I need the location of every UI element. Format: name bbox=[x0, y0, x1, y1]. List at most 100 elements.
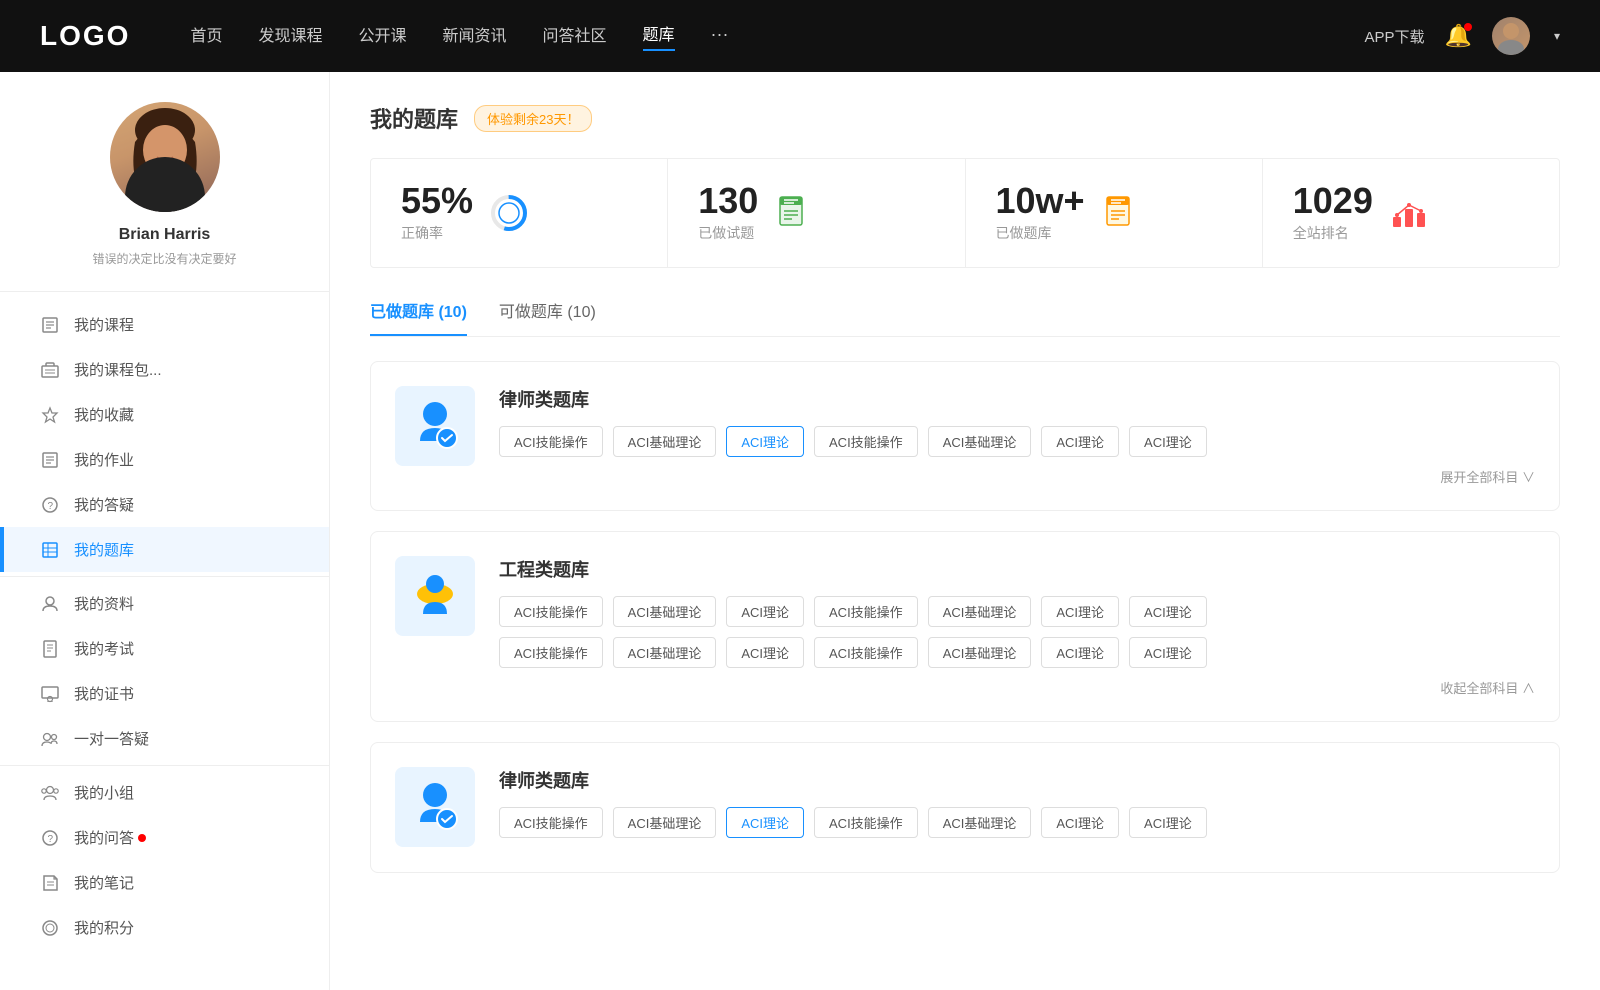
sidebar-motto: 错误的决定比没有决定要好 bbox=[92, 250, 236, 267]
sidebar-item-course-packages[interactable]: 我的课程包... bbox=[0, 347, 329, 392]
qbank-tag[interactable]: ACI理论 bbox=[1129, 426, 1207, 457]
notes-label: 我的笔记 bbox=[74, 872, 134, 893]
qbank-tag[interactable]: ACI理论 bbox=[1041, 426, 1119, 457]
nav-menu: 首页 发现课程 公开课 新闻资讯 问答社区 题库 ··· bbox=[190, 21, 1364, 51]
sidebar-item-notes[interactable]: 我的笔记 bbox=[0, 860, 329, 905]
layout: Brian Harris 错误的决定比没有决定要好 我的课程 bbox=[0, 72, 1600, 990]
nav-open-course[interactable]: 公开课 bbox=[358, 22, 406, 50]
sidebar-item-courses[interactable]: 我的课程 bbox=[0, 302, 329, 347]
qbank-tag[interactable]: ACI基础理论 bbox=[928, 426, 1032, 457]
exam-icon bbox=[40, 639, 60, 659]
qbank-tag[interactable]: ACI技能操作 bbox=[814, 596, 918, 627]
qbank-tag[interactable]: ACI技能操作 bbox=[814, 637, 918, 668]
qbank-tags-engineer-row2: ACI技能操作 ACI基础理论 ACI理论 ACI技能操作 ACI基础理论 AC… bbox=[499, 637, 1535, 668]
courses-icon bbox=[40, 315, 60, 335]
qbank-tag[interactable]: ACI理论 bbox=[1041, 637, 1119, 668]
qbank-tags-lawyer2: ACI技能操作 ACI基础理论 ACI理论 ACI技能操作 ACI基础理论 AC… bbox=[499, 807, 1535, 838]
nav-news[interactable]: 新闻资讯 bbox=[443, 22, 507, 50]
collapse-engineer-button[interactable]: 收起全部科目 ∧ bbox=[499, 678, 1535, 697]
qbank-tag[interactable]: ACI理论 bbox=[1129, 596, 1207, 627]
avatar[interactable] bbox=[1492, 17, 1530, 55]
main-content: 我的题库 体验剩余23天！ 55% 正确率 bbox=[330, 72, 1600, 990]
one-on-one-label: 一对一答疑 bbox=[74, 728, 149, 749]
qbank-tag[interactable]: ACI理论 bbox=[726, 596, 804, 627]
sidebar-item-questions[interactable]: ? 我的问答 bbox=[0, 815, 329, 860]
qbank-tag[interactable]: ACI理论 bbox=[1129, 807, 1207, 838]
points-label: 我的积分 bbox=[74, 917, 134, 938]
qbank-tag[interactable]: ACI基础理论 bbox=[928, 596, 1032, 627]
stat-done-questions-number: 130 bbox=[698, 183, 758, 219]
sidebar-menu: 我的课程 我的课程包... bbox=[0, 292, 329, 960]
stat-done-banks-number: 10w+ bbox=[996, 183, 1085, 219]
qbank-tag[interactable]: ACI基础理论 bbox=[928, 637, 1032, 668]
qbank-body-engineer: 工程类题库 ACI技能操作 ACI基础理论 ACI理论 ACI技能操作 ACI基… bbox=[499, 556, 1535, 697]
questions-label: 我的问答 bbox=[74, 827, 134, 848]
qbank-tag[interactable]: ACI基础理论 bbox=[613, 426, 717, 457]
sidebar-item-question-bank[interactable]: 我的题库 bbox=[0, 527, 329, 572]
qa-label: 我的答疑 bbox=[74, 494, 134, 515]
stat-accuracy-icon bbox=[489, 193, 529, 233]
qbank-tag[interactable]: ACI理论 bbox=[1041, 596, 1119, 627]
qbank-tag-active[interactable]: ACI理论 bbox=[726, 426, 804, 457]
certificate-icon bbox=[40, 684, 60, 704]
qbank-tag[interactable]: ACI技能操作 bbox=[814, 426, 918, 457]
sidebar-item-one-on-one[interactable]: 一对一答疑 bbox=[0, 716, 329, 761]
qbank-tag[interactable]: ACI技能操作 bbox=[814, 807, 918, 838]
qbank-tags-engineer-row1: ACI技能操作 ACI基础理论 ACI理论 ACI技能操作 ACI基础理论 AC… bbox=[499, 596, 1535, 627]
qbank-tag[interactable]: ACI技能操作 bbox=[499, 426, 603, 457]
sidebar-item-favorites[interactable]: 我的收藏 bbox=[0, 392, 329, 437]
stats-row: 55% 正确率 130 已做试题 bbox=[370, 158, 1560, 268]
svg-text:?: ? bbox=[48, 501, 54, 512]
qbank-tag[interactable]: ACI基础理论 bbox=[613, 596, 717, 627]
tab-available-banks[interactable]: 可做题库 (10) bbox=[499, 298, 596, 336]
qbank-tag[interactable]: ACI理论 bbox=[1041, 807, 1119, 838]
question-bank-label: 我的题库 bbox=[74, 539, 134, 560]
nav-more[interactable]: ··· bbox=[711, 24, 729, 49]
one-on-one-icon bbox=[40, 729, 60, 749]
qbank-tag[interactable]: ACI基础理论 bbox=[928, 807, 1032, 838]
qbank-tag[interactable]: ACI技能操作 bbox=[499, 637, 603, 668]
stat-ranking: 1029 全站排名 bbox=[1263, 159, 1559, 267]
app-download-button[interactable]: APP下载 bbox=[1365, 26, 1425, 47]
qbank-tag[interactable]: ACI技能操作 bbox=[499, 807, 603, 838]
qbank-tag[interactable]: ACI理论 bbox=[1129, 637, 1207, 668]
notification-bell[interactable]: 🔔 bbox=[1445, 23, 1472, 49]
qbank-tags-lawyer: ACI技能操作 ACI基础理论 ACI理论 ACI技能操作 ACI基础理论 AC… bbox=[499, 426, 1535, 457]
sidebar-item-homework[interactable]: 我的作业 bbox=[0, 437, 329, 482]
tabs: 已做题库 (10) 可做题库 (10) bbox=[370, 298, 1560, 337]
nav-discover[interactable]: 发现课程 bbox=[258, 22, 322, 50]
groups-label: 我的小组 bbox=[74, 782, 134, 803]
nav-qbank[interactable]: 题库 bbox=[643, 21, 675, 51]
sidebar-item-certificate[interactable]: 我的证书 bbox=[0, 671, 329, 716]
stat-done-banks-text: 10w+ 已做题库 bbox=[996, 183, 1085, 243]
qbank-tag[interactable]: ACI基础理论 bbox=[613, 807, 717, 838]
qbank-tag-active[interactable]: ACI理论 bbox=[726, 807, 804, 838]
profile-label: 我的资料 bbox=[74, 593, 134, 614]
qbank-tag[interactable]: ACI理论 bbox=[726, 637, 804, 668]
courses-label: 我的课程 bbox=[74, 314, 134, 335]
expand-lawyer-button[interactable]: 展开全部科目 ∨ bbox=[499, 467, 1535, 486]
stat-ranking-text: 1029 全站排名 bbox=[1293, 183, 1373, 243]
qbank-body-lawyer2: 律师类题库 ACI技能操作 ACI基础理论 ACI理论 ACI技能操作 ACI基… bbox=[499, 767, 1535, 848]
sidebar: Brian Harris 错误的决定比没有决定要好 我的课程 bbox=[0, 72, 330, 990]
sidebar-item-groups[interactable]: 我的小组 bbox=[0, 770, 329, 815]
logo[interactable]: LOGO bbox=[40, 20, 130, 52]
course-packages-icon bbox=[40, 360, 60, 380]
sidebar-item-points[interactable]: 我的积分 bbox=[0, 905, 329, 950]
qbank-tag[interactable]: ACI基础理论 bbox=[613, 637, 717, 668]
navbar-right: APP下载 🔔 ▾ bbox=[1365, 17, 1560, 55]
sidebar-item-qa[interactable]: ? 我的答疑 bbox=[0, 482, 329, 527]
certificate-label: 我的证书 bbox=[74, 683, 134, 704]
sidebar-item-profile[interactable]: 我的资料 bbox=[0, 581, 329, 626]
sidebar-username: Brian Harris bbox=[119, 226, 211, 244]
nav-home[interactable]: 首页 bbox=[190, 22, 222, 50]
nav-qa[interactable]: 问答社区 bbox=[543, 22, 607, 50]
page-title: 我的题库 bbox=[370, 102, 458, 134]
qbank-body-lawyer: 律师类题库 ACI技能操作 ACI基础理论 ACI理论 ACI技能操作 ACI基… bbox=[499, 386, 1535, 486]
tab-done-banks[interactable]: 已做题库 (10) bbox=[370, 298, 467, 336]
question-bank-icon bbox=[40, 540, 60, 560]
qa-icon: ? bbox=[40, 495, 60, 515]
user-dropdown-arrow[interactable]: ▾ bbox=[1554, 29, 1560, 43]
sidebar-item-exam[interactable]: 我的考试 bbox=[0, 626, 329, 671]
qbank-tag[interactable]: ACI技能操作 bbox=[499, 596, 603, 627]
